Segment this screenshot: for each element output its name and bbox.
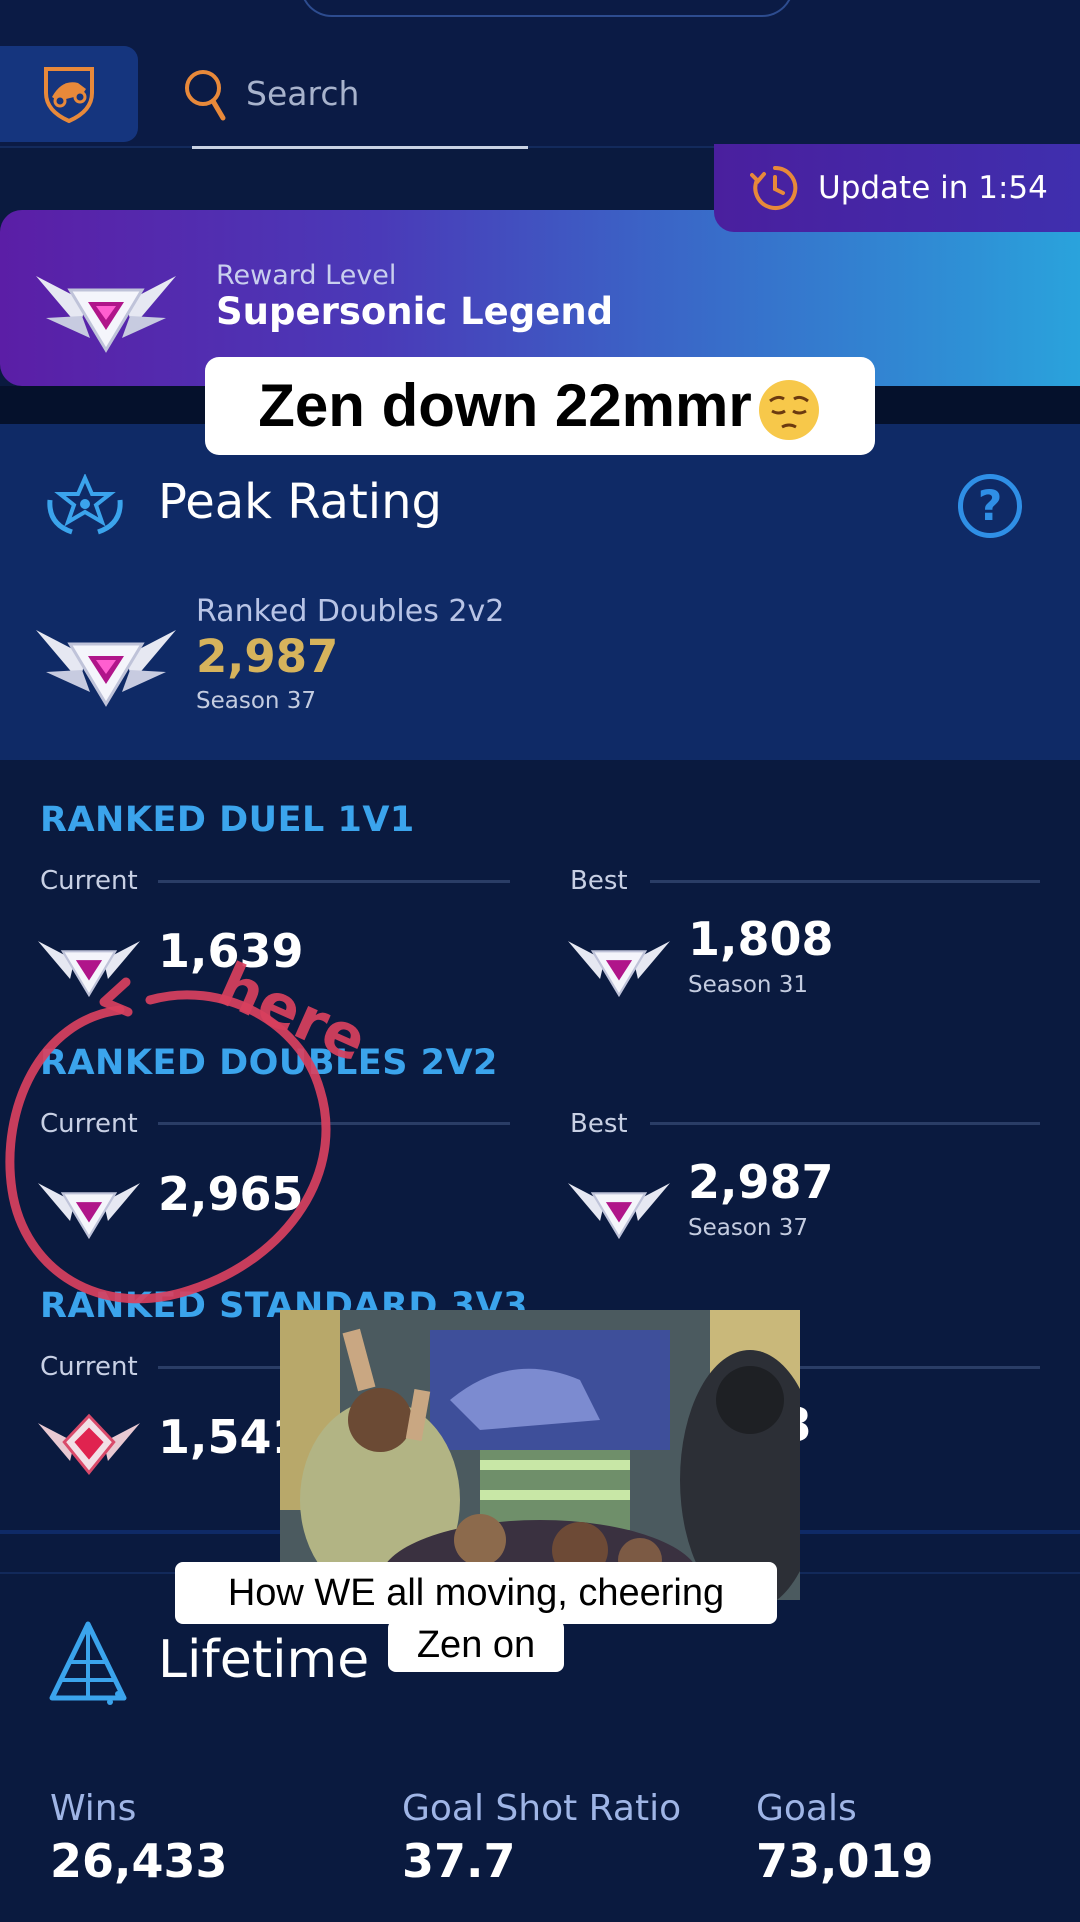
reward-level-label: Reward Level (216, 260, 397, 291)
update-countdown: Update in 1:54 (818, 170, 1048, 206)
lifetime-pyramid-icon (48, 1620, 128, 1710)
caption-bottom-line2: Zen on (388, 1620, 564, 1672)
timer-icon (750, 165, 798, 210)
caption-top: Zen down 22mmr (205, 357, 875, 455)
duel-best-label: Best (570, 866, 628, 896)
rocket-league-logo-button[interactable] (0, 46, 138, 142)
rocket-league-logo (44, 67, 94, 124)
duel-current-label: Current (40, 866, 138, 896)
ranked-duel-title: RANKED DUEL 1V1 (40, 800, 415, 840)
stat-label-goal-shot-ratio: Goal Shot Ratio (402, 1788, 682, 1829)
doubles-best-value: 2,987 (688, 1155, 834, 1209)
doubles-best-label: Best (570, 1109, 628, 1139)
duel-current-value: 1,639 (158, 924, 304, 978)
duel-best-value: 1,808 (688, 912, 834, 966)
standard-current-label: Current (40, 1352, 138, 1382)
doubles-best-season: Season 37 (688, 1215, 809, 1241)
help-icon[interactable]: ? (958, 474, 1022, 538)
rank-emblem-ssl (568, 1170, 670, 1244)
rank-emblem-ssl (568, 928, 670, 1002)
peak-rating-title: Peak Rating (158, 474, 442, 530)
rank-emblem-ssl (36, 612, 176, 712)
peak-rating-icon (44, 473, 126, 544)
search-underline (192, 146, 528, 149)
stat-label-wins: Wins (50, 1788, 137, 1829)
video-clip (280, 1310, 800, 1600)
peak-playlist: Ranked Doubles 2v2 (196, 594, 505, 629)
grimacing-face-emoji (758, 380, 819, 441)
search-input[interactable] (246, 70, 666, 116)
search-icon[interactable] (183, 68, 227, 126)
duel-best-season: Season 31 (688, 972, 809, 998)
doubles-current-line (158, 1122, 510, 1125)
reward-level-value: Supersonic Legend (216, 290, 614, 333)
doubles-best-line (650, 1122, 1040, 1125)
stat-value-goals: 73,019 (756, 1834, 934, 1888)
duel-best-line (650, 880, 1040, 883)
duel-current-line (158, 880, 510, 883)
rank-emblem-ssl (38, 1170, 140, 1244)
rank-emblem-ssl (38, 928, 140, 1002)
lifetime-title: Lifetime (158, 1630, 370, 1690)
doubles-current-label: Current (40, 1109, 138, 1139)
peak-rating-value: 2,987 (196, 630, 339, 683)
top-notch (300, 0, 794, 17)
stat-value-wins: 26,433 (50, 1834, 228, 1888)
doubles-current-value: 2,965 (158, 1167, 304, 1221)
peak-season: Season 37 (196, 688, 317, 714)
update-button[interactable]: Update in 1:54 (714, 144, 1080, 232)
caption-bottom-line1: How WE all moving, cheering (175, 1562, 777, 1624)
rank-emblem-grand-champion (38, 1410, 140, 1484)
stat-label-goals: Goals (756, 1788, 857, 1829)
rank-emblem-ssl (36, 258, 176, 358)
caption-top-text: Zen down 22mmr (258, 372, 752, 439)
ranked-doubles-title: RANKED DOUBLES 2V2 (40, 1043, 498, 1083)
stat-value-goal-shot-ratio: 37.7 (402, 1834, 516, 1888)
